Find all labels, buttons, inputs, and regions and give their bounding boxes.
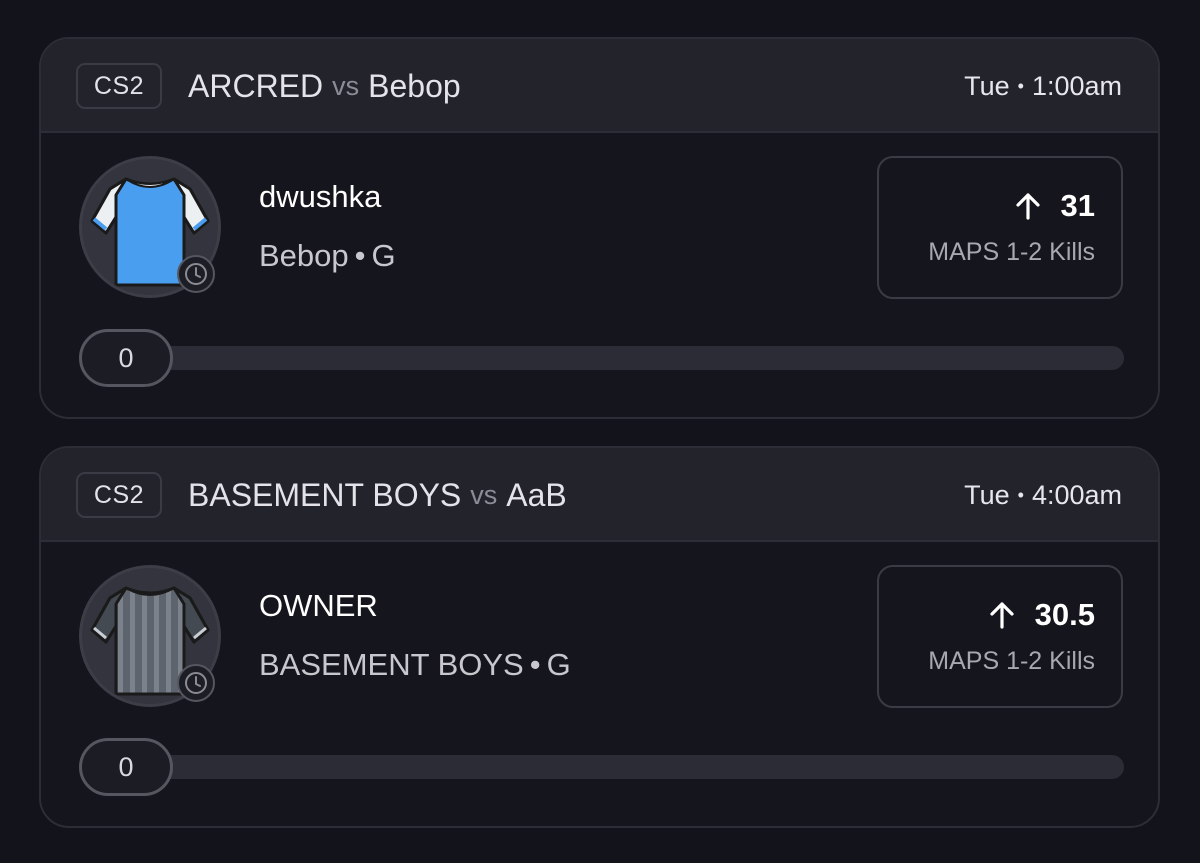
match-clock: 4:00am (1031, 479, 1122, 510)
progress-value: 0 (79, 329, 173, 387)
match-time: Tue • 1:00am (964, 63, 1122, 109)
match-header: CS2 BASEMENT BOYS vs AaB Tue • 4:00am (41, 448, 1158, 542)
matchup: ARCRED vs Bebop (188, 63, 461, 109)
match-header: CS2 ARCRED vs Bebop Tue • 1:00am (41, 39, 1158, 133)
player-team: Bebop (259, 238, 349, 273)
matchup: BASEMENT BOYS vs AaB (188, 472, 567, 518)
line-value-row: 31 (1013, 188, 1095, 224)
player-name[interactable]: dwushka (259, 179, 381, 215)
line-value: 31 (1060, 188, 1095, 223)
match-day: Tue (964, 70, 1010, 101)
progress-track (79, 346, 1124, 370)
match-day: Tue (964, 479, 1010, 510)
player-team: BASEMENT BOYS (259, 647, 524, 682)
match-clock: 1:00am (1031, 70, 1122, 101)
team-b: AaB (506, 476, 567, 513)
progress-track (79, 755, 1124, 779)
arrow-up-icon (990, 602, 1014, 629)
player-team-position: BASEMENT BOYS • G (259, 647, 571, 683)
player-name[interactable]: OWNER (259, 588, 378, 624)
player-avatar (79, 565, 221, 707)
game-badge: CS2 (76, 472, 162, 518)
time-separator: • (1017, 484, 1024, 505)
stat-type: MAPS 1-2 Kills (928, 238, 1095, 266)
time-separator: • (1017, 75, 1024, 96)
projection-card[interactable]: CS2 BASEMENT BOYS vs AaB Tue • 4:00am OW… (39, 446, 1160, 828)
player-avatar (79, 156, 221, 298)
game-badge: CS2 (76, 63, 162, 109)
team-separator: • (529, 647, 541, 682)
projection-line-box[interactable]: 31 MAPS 1-2 Kills (877, 156, 1123, 299)
match-time: Tue • 4:00am (964, 472, 1122, 518)
progress-value: 0 (79, 738, 173, 796)
team-a: ARCRED (188, 67, 324, 104)
player-position: G (546, 647, 571, 682)
player-team-position: Bebop • G (259, 238, 396, 274)
arrow-up-icon (1015, 193, 1040, 220)
vs-label: vs (332, 70, 360, 101)
team-a: BASEMENT BOYS (188, 476, 462, 513)
line-value-row: 30.5 (987, 597, 1095, 633)
vs-label: vs (470, 479, 498, 510)
stat-type: MAPS 1-2 Kills (928, 647, 1095, 675)
team-separator: • (354, 238, 366, 273)
clock-icon (177, 664, 215, 702)
line-value: 30.5 (1034, 597, 1095, 632)
player-position: G (371, 238, 396, 273)
team-b: Bebop (368, 67, 461, 104)
clock-icon (177, 255, 215, 293)
projection-card[interactable]: CS2 ARCRED vs Bebop Tue • 1:00am dwushka… (39, 37, 1160, 419)
projection-line-box[interactable]: 30.5 MAPS 1-2 Kills (877, 565, 1123, 708)
